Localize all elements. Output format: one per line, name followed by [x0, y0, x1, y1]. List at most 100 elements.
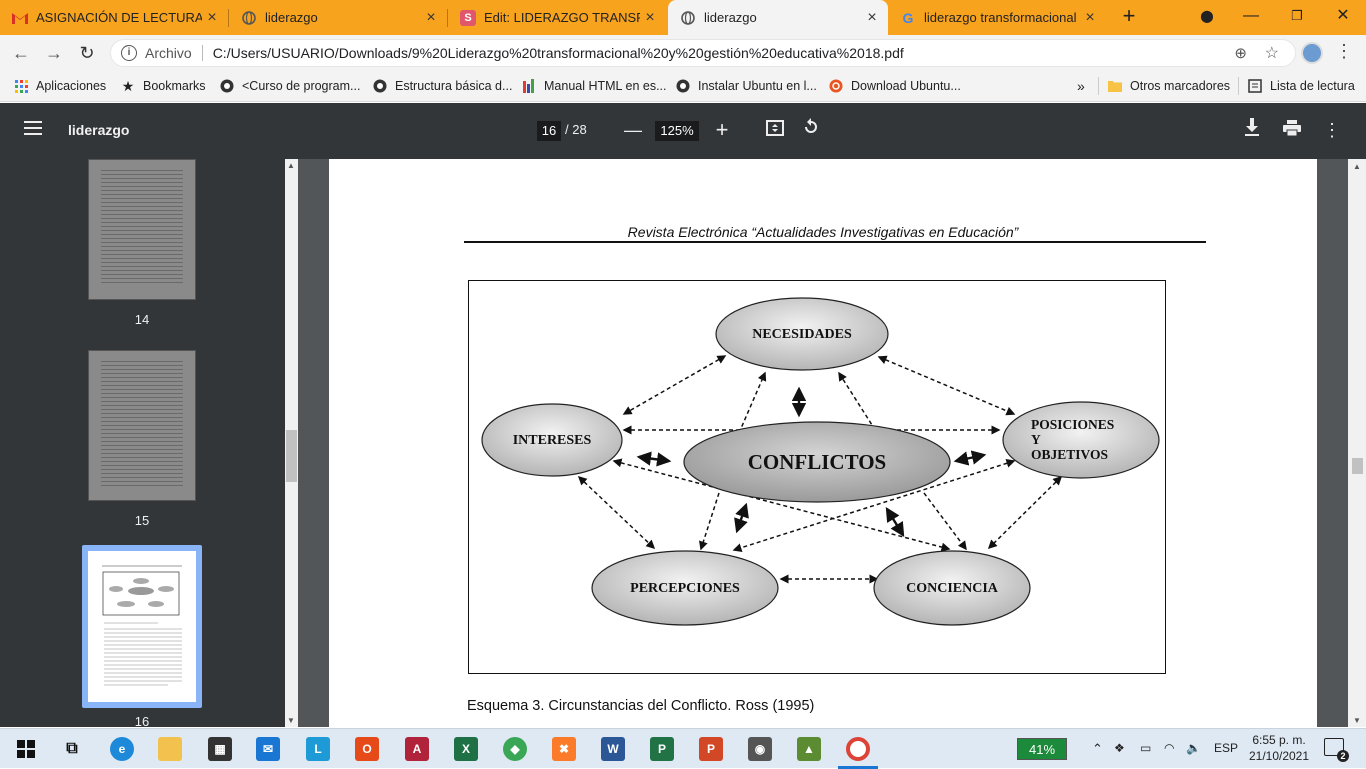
notification-center-icon[interactable]: 2: [1324, 738, 1349, 762]
close-icon[interactable]: ×: [862, 9, 882, 27]
node-intereses: INTERESES: [512, 433, 592, 448]
windows-start-icon[interactable]: [14, 737, 38, 761]
bookmark-label: Otros marcadores: [1130, 79, 1231, 93]
forward-button[interactable]: →: [41, 40, 67, 66]
page-number-input[interactable]: 16: [537, 121, 561, 141]
reading-list-button[interactable]: Lista de lectura: [1248, 77, 1355, 95]
back-button[interactable]: ←: [8, 40, 34, 66]
tab-google-search[interactable]: G liderazgo transformacional - ×: [888, 0, 1106, 35]
bookmark-curso[interactable]: <Curso de program...: [220, 77, 360, 95]
thumbnail-page-14[interactable]: [88, 159, 196, 300]
bars-icon: [522, 79, 536, 93]
office-icon[interactable]: O: [355, 737, 379, 761]
new-tab-button[interactable]: +: [1117, 5, 1141, 29]
bookmarks-more-button[interactable]: »: [1077, 77, 1085, 95]
publisher-icon[interactable]: P: [650, 737, 674, 761]
ubuntu-icon: [829, 79, 843, 93]
camera-icon[interactable]: ◉: [748, 737, 772, 761]
close-icon[interactable]: ×: [202, 9, 222, 27]
android-studio-icon[interactable]: ◆: [503, 737, 527, 761]
bookmark-manual-html[interactable]: Manual HTML en es...: [522, 77, 667, 95]
zoom-in-icon[interactable]: +: [710, 118, 734, 142]
pdf-viewer: Revista Electrónica “Actualidades Invest…: [298, 159, 1348, 727]
pdf-toolbar: liderazgo 16 / 28 — 125% + ⋮: [0, 103, 1366, 159]
print-icon[interactable]: [1280, 118, 1304, 142]
globe-icon: [241, 10, 257, 26]
sidebar-scroll-thumb[interactable]: [286, 430, 297, 482]
volume-icon[interactable]: 🔈: [1186, 741, 1201, 755]
restore-button[interactable]: ❐: [1274, 0, 1320, 32]
node-posiciones-line1: POSICIONES: [1031, 417, 1115, 432]
zoom-input[interactable]: 125%: [655, 121, 699, 141]
task-view-icon[interactable]: ⧉: [60, 737, 84, 761]
thumbnail-page-16[interactable]: [88, 551, 196, 702]
tab-strip: ASIGNACIÓN DE LECTURAS S × liderazgo × S…: [0, 0, 1366, 35]
bookmark-download-ubuntu[interactable]: Download Ubuntu...: [829, 77, 961, 95]
bookmark-estructura[interactable]: Estructura básica d...: [373, 77, 512, 95]
notification-count: 2: [1337, 750, 1349, 762]
thumbnail-label: 15: [134, 513, 150, 528]
bookmark-star-icon[interactable]: ☆: [1265, 43, 1279, 63]
bookmark-label: Instalar Ubuntu en l...: [698, 79, 817, 93]
viewer-scrollbar[interactable]: ▲ ▼: [1348, 159, 1366, 727]
globe-icon: [220, 79, 234, 93]
minimize-button[interactable]: —: [1228, 0, 1274, 32]
powerpoint-icon[interactable]: P: [699, 737, 723, 761]
close-icon[interactable]: ×: [640, 9, 660, 27]
fit-page-icon[interactable]: [763, 118, 787, 142]
avatar[interactable]: [1301, 42, 1323, 64]
info-icon[interactable]: i: [121, 45, 137, 61]
wifi-icon[interactable]: ◠: [1164, 741, 1174, 755]
language-indicator[interactable]: ESP: [1214, 741, 1238, 755]
rotate-icon[interactable]: [799, 118, 823, 142]
dropbox-icon[interactable]: ❖: [1114, 741, 1125, 755]
scribd-icon: S: [460, 9, 476, 26]
url-text[interactable]: C:/Users/USUARIO/Downloads/9%20Liderazgo…: [213, 45, 904, 61]
chart-app-icon[interactable]: ▲: [797, 737, 821, 761]
more-actions-icon[interactable]: ⋮: [1320, 118, 1344, 142]
sidebar-menu-icon[interactable]: [24, 121, 42, 135]
sidebar-scrollbar[interactable]: ▲ ▼: [285, 159, 298, 727]
zoom-icon[interactable]: ⊕: [1234, 44, 1247, 62]
battery-indicator[interactable]: 41%: [1017, 738, 1067, 760]
bookmark-bookmarks[interactable]: ★ Bookmarks: [121, 77, 206, 95]
browser-menu-icon[interactable]: ⋮: [1334, 41, 1354, 62]
access-icon[interactable]: A: [405, 737, 429, 761]
tab-liderazgo-1[interactable]: liderazgo ×: [229, 0, 447, 35]
journal-header: Revista Electrónica “Actualidades Invest…: [627, 224, 1019, 240]
address-bar[interactable]: i Archivo C:/Users/USUARIO/Downloads/9%2…: [110, 39, 1296, 67]
file-explorer-icon[interactable]: [158, 737, 182, 761]
battery-icon[interactable]: ▭: [1140, 741, 1151, 755]
bookmark-otros-marcadores[interactable]: Otros marcadores: [1108, 77, 1230, 95]
viewer-scroll-thumb[interactable]: [1352, 458, 1363, 474]
folder-icon: [1108, 79, 1122, 93]
tab-edit-liderazgo[interactable]: S Edit: LIDERAZGO TRANSFORM ×: [448, 0, 666, 35]
mail-icon[interactable]: ✉: [256, 737, 280, 761]
close-icon[interactable]: ×: [421, 9, 441, 27]
edge-icon[interactable]: e: [110, 737, 134, 761]
tab-liderazgo-active[interactable]: liderazgo ×: [668, 0, 888, 35]
close-icon[interactable]: ×: [1080, 9, 1100, 27]
app-l-icon[interactable]: L: [306, 737, 330, 761]
tab-search-button[interactable]: ⬤: [1184, 0, 1230, 32]
reload-button[interactable]: ↻: [74, 40, 100, 66]
xampp-icon[interactable]: ✖: [552, 737, 576, 761]
thumbnail-sidebar: 14 15 16: [0, 159, 298, 727]
bookmark-instalar-ubuntu[interactable]: Instalar Ubuntu en l...: [676, 77, 817, 95]
excel-icon[interactable]: X: [454, 737, 478, 761]
chrome-icon[interactable]: [846, 737, 870, 761]
store-icon[interactable]: ▦: [208, 737, 232, 761]
thumbnail-page-15[interactable]: [88, 350, 196, 501]
download-icon[interactable]: [1240, 118, 1264, 142]
tab-asignacion[interactable]: ASIGNACIÓN DE LECTURAS S ×: [0, 0, 228, 35]
browser-toolbar: ← → ↻ i Archivo C:/Users/USUARIO/Downloa…: [0, 35, 1366, 70]
zoom-out-icon[interactable]: —: [621, 118, 645, 142]
bookmark-aplicaciones[interactable]: Aplicaciones: [14, 77, 106, 95]
node-necesidades: NECESIDADES: [752, 327, 852, 342]
clock-time: 6:55 p. m.: [1252, 733, 1306, 747]
chevron-up-icon[interactable]: ⌃: [1092, 741, 1103, 757]
close-window-button[interactable]: ✕: [1320, 0, 1366, 32]
word-icon[interactable]: W: [601, 737, 625, 761]
bookmark-label: Bookmarks: [143, 79, 206, 93]
system-clock[interactable]: 6:55 p. m. 21/10/2021: [1248, 732, 1310, 764]
